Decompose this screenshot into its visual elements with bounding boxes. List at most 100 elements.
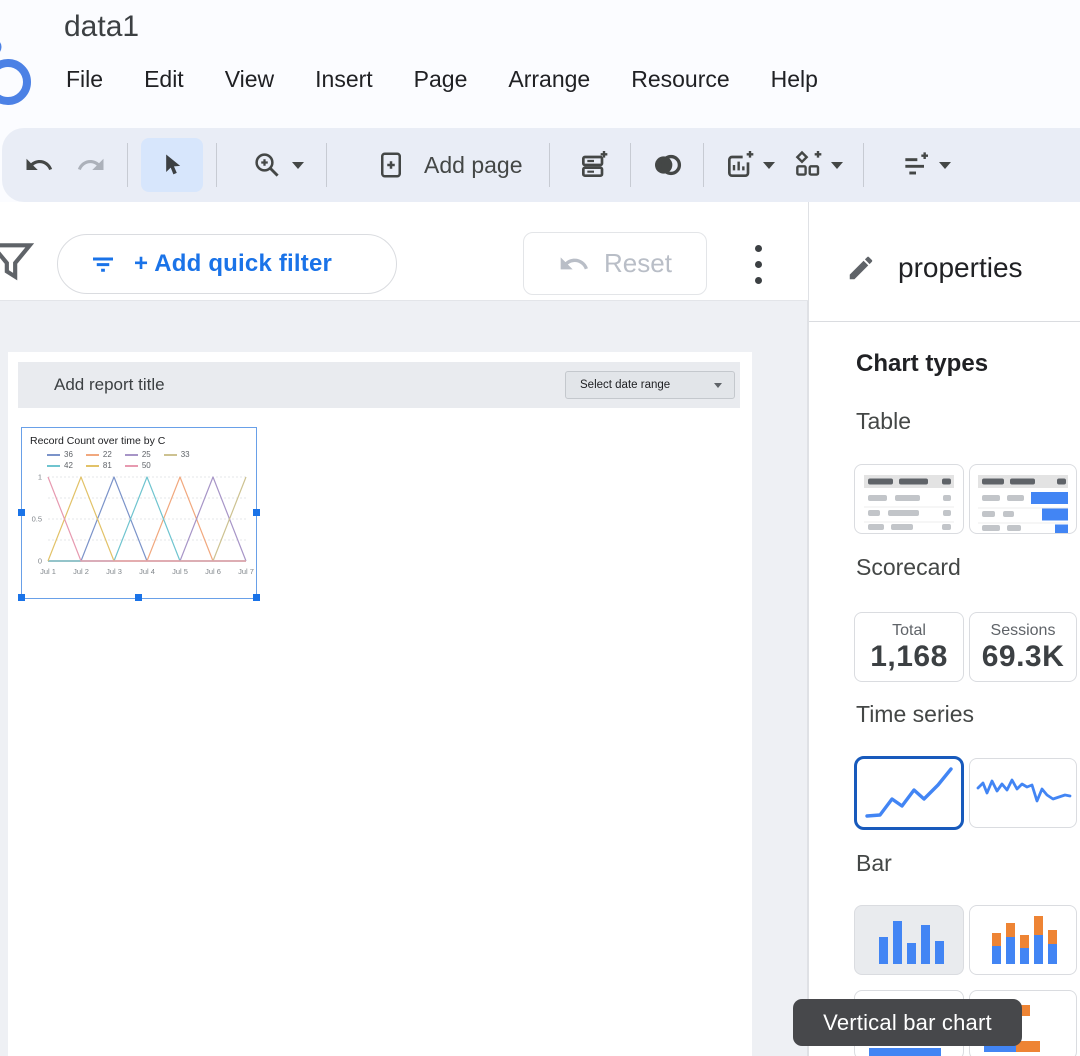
reset-label: Reset	[604, 248, 672, 278]
more-options-menu[interactable]	[748, 238, 768, 290]
chart-type-table-plain[interactable]	[854, 464, 964, 534]
svg-text:1: 1	[38, 473, 42, 482]
add-page-button[interactable]	[368, 139, 414, 191]
redo-button[interactable]	[68, 139, 114, 191]
add-page-icon	[381, 152, 401, 178]
redo-icon	[77, 158, 104, 170]
scorecard-value: 1,168	[870, 640, 948, 673]
selection-handle-bottom-center[interactable]	[135, 594, 142, 601]
selection-handle-bottom-left[interactable]	[18, 594, 25, 601]
legend-dash	[163, 453, 177, 456]
add-control-button[interactable]	[785, 139, 831, 191]
svg-text:Jul 6: Jul 6	[205, 567, 221, 576]
select-tool-button[interactable]	[141, 138, 203, 192]
add-control-dropdown-caret[interactable]	[831, 161, 844, 169]
date-range-control[interactable]: Select date range	[565, 371, 735, 399]
looker-studio-logo	[0, 42, 31, 105]
menu-arrange[interactable]: Arrange	[508, 66, 590, 93]
add-chart-icon	[728, 151, 754, 177]
add-quick-filter-label: + Add quick filter	[134, 250, 333, 277]
scorecard-label: Total	[892, 622, 926, 639]
kebab-dot	[754, 276, 762, 284]
toolbar-separator	[630, 143, 632, 187]
toolbar: Add page	[2, 128, 1080, 202]
legend-item: 42	[47, 461, 73, 470]
legend-label: 22	[102, 450, 112, 459]
add-chart-button[interactable]	[717, 139, 763, 191]
report-name[interactable]: data1	[64, 10, 139, 44]
zoom-dropdown-caret[interactable]	[292, 161, 304, 169]
chart-type-scorecard-total[interactable]: Total 1,168	[854, 612, 964, 682]
add-data-button[interactable]	[571, 139, 617, 191]
legend-item: 22	[85, 450, 112, 459]
section-label-time-series: Time series	[856, 701, 974, 727]
section-label-table: Table	[856, 408, 911, 434]
svg-text:Jul 1: Jul 1	[40, 567, 56, 576]
add-page-label[interactable]: Add page	[424, 152, 522, 179]
reset-button[interactable]: Reset	[523, 232, 707, 295]
blend-data-icon	[655, 154, 682, 176]
menu-insert[interactable]: Insert	[315, 66, 373, 93]
legend-item: 50	[124, 461, 151, 470]
toolbar-separator	[127, 143, 128, 187]
menu-help[interactable]: Help	[771, 66, 818, 93]
report-title-placeholder[interactable]: Add report title	[54, 375, 165, 395]
menu-resource[interactable]: Resource	[631, 66, 729, 93]
legend-item: 33	[163, 450, 190, 459]
undo-button[interactable]	[16, 139, 62, 191]
toolbar-separator	[703, 143, 705, 187]
vertical-bar-chart-tooltip: Vertical bar chart	[793, 999, 1022, 1046]
properties-title: properties	[898, 252, 1023, 283]
add-quick-filter-button[interactable]: + Add quick filter	[57, 234, 397, 294]
chart-type-table-with-bars[interactable]	[969, 464, 1077, 534]
svg-text:0.5: 0.5	[32, 515, 42, 524]
selection-handle-right[interactable]	[253, 509, 260, 516]
report-canvas[interactable]: Add report title Select date range Recor…	[0, 301, 808, 1056]
svg-text:Jul 5: Jul 5	[172, 567, 188, 576]
legend-label: 36	[64, 450, 73, 459]
legend-dash	[85, 464, 99, 467]
kebab-dot	[754, 244, 762, 252]
section-label-bar: Bar	[856, 850, 892, 876]
legend-item: 25	[124, 450, 151, 459]
add-control-icon	[796, 150, 822, 176]
time-series-chart-element[interactable]: Record Count over time by C 36 22 25 33 42 81…	[18, 428, 260, 601]
report-page[interactable]: Add report title Select date range Recor…	[8, 352, 752, 1056]
toolbar-separator	[216, 143, 217, 187]
time-series-sparkline-icon	[976, 778, 1072, 803]
legend-item: 36	[47, 450, 73, 459]
mini-chart-plot: 1 0.5 0Jul 1 Jul 2 Jul 3 Jul 4 Jul 5 Jul 6 Jul 7	[32, 473, 254, 577]
selection-handle-left[interactable]	[18, 509, 25, 516]
legend-dash	[124, 464, 138, 467]
cursor-icon	[166, 154, 181, 175]
add-filter-button[interactable]	[893, 139, 939, 191]
menu-file[interactable]: File	[66, 66, 103, 93]
table-with-bars-icon	[978, 475, 1068, 533]
add-filter-dropdown-caret[interactable]	[939, 161, 952, 169]
chart-type-time-series-sparkline[interactable]	[969, 758, 1077, 828]
undo-icon	[26, 158, 53, 170]
svg-text:0: 0	[38, 557, 42, 566]
menu-view[interactable]: View	[225, 66, 274, 93]
chart-type-vertical-bar[interactable]	[854, 905, 964, 975]
zoom-tool-button[interactable]	[244, 139, 290, 191]
add-data-icon	[582, 151, 608, 177]
mini-chart-legend: 36 22 25 33 42 81 50	[22, 449, 256, 471]
svg-text:Jul 7: Jul 7	[238, 567, 254, 576]
svg-text:Jul 4: Jul 4	[139, 567, 155, 576]
chart-type-time-series-line[interactable]	[854, 756, 964, 830]
menu-edit[interactable]: Edit	[144, 66, 184, 93]
properties-panel-header: properties	[809, 215, 1080, 322]
svg-text:Jul 3: Jul 3	[106, 567, 122, 576]
legend-item: 81	[85, 461, 112, 470]
selection-handle-bottom-right[interactable]	[253, 594, 260, 601]
report-header-bar: Add report title Select date range	[18, 362, 740, 408]
add-chart-dropdown-caret[interactable]	[763, 161, 776, 169]
blend-data-button[interactable]	[644, 139, 690, 191]
chart-type-stacked-vertical-bar[interactable]	[969, 905, 1077, 975]
reset-undo-icon	[560, 256, 588, 269]
legend-dash	[47, 453, 60, 456]
chart-type-scorecard-sessions[interactable]: Sessions 69.3K	[969, 612, 1077, 682]
menu-page[interactable]: Page	[414, 66, 468, 93]
legend-label: 81	[102, 461, 112, 470]
